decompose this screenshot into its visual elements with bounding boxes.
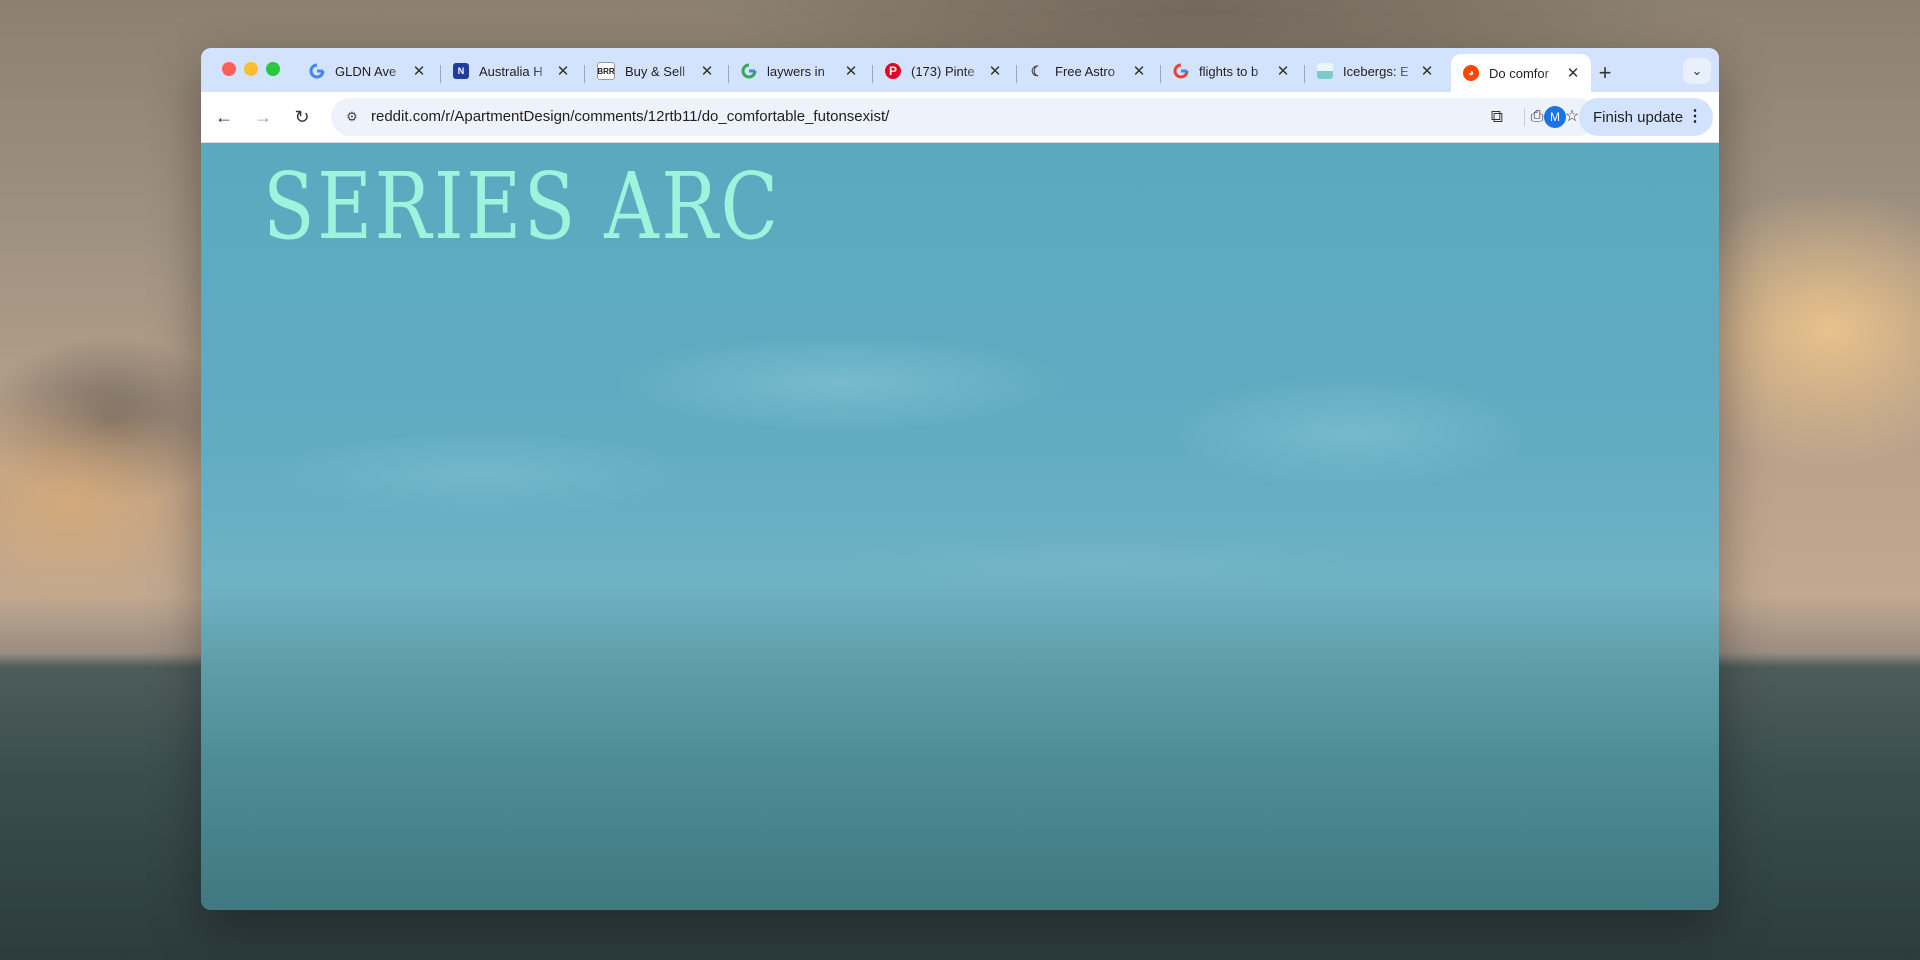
close-tab-icon[interactable]: ✕ (1419, 62, 1435, 80)
tab-pinterest[interactable]: P (173) Pinte ✕ (873, 56, 1013, 86)
more-menu-icon[interactable]: ⋮ (1687, 106, 1703, 126)
finish-update-label: Finish update (1593, 108, 1684, 126)
tab-reddit-active[interactable]: ◕ Do comfor ✕ (1451, 54, 1591, 92)
reddit-logo-icon: ◕ (1463, 65, 1479, 81)
url-text[interactable]: reddit.com/r/ApartmentDesign/comments/12… (371, 108, 889, 125)
brr-logo-icon: BRR (597, 62, 615, 80)
close-tab-icon[interactable]: ✕ (843, 62, 859, 80)
tab-strip: GLDN Ave ✕ N Australia H ✕ BRR Buy & Sel… (201, 48, 1719, 92)
close-tab-icon[interactable]: ✕ (1275, 62, 1291, 80)
iceberg-thumb-icon (1317, 63, 1333, 79)
close-tab-icon[interactable]: ✕ (411, 62, 427, 80)
close-tab-icon[interactable]: ✕ (987, 62, 1003, 80)
site-settings-icon[interactable]: ⚙ (341, 106, 363, 128)
tab-icebergs[interactable]: Icebergs: E ✕ (1305, 56, 1445, 86)
close-tab-icon[interactable]: ✕ (555, 62, 571, 80)
news-logo-icon: N (453, 63, 469, 79)
tab-laywers[interactable]: laywers in ✕ (729, 56, 869, 86)
maximize-window-button[interactable] (266, 62, 280, 76)
moon-icon: ☾ (1030, 62, 1044, 79)
close-tab-icon[interactable]: ✕ (1565, 64, 1581, 82)
tab-search-chevron-icon[interactable]: ⌄ (1683, 58, 1711, 84)
minimize-window-button[interactable] (244, 62, 258, 76)
new-tab-button[interactable]: + (1591, 60, 1619, 88)
google-g-icon (741, 63, 757, 79)
extensions-puzzle-icon[interactable]: ⧉ (1484, 104, 1510, 130)
profile-avatar[interactable]: M (1544, 106, 1566, 128)
tab-australia[interactable]: N Australia H ✕ (441, 56, 581, 86)
google-g-icon (1173, 63, 1189, 79)
browser-window: GLDN Ave ✕ N Australia H ✕ BRR Buy & Sel… (201, 48, 1719, 910)
forward-arrow-icon[interactable]: → (250, 104, 276, 130)
reload-icon[interactable]: ↻ (289, 104, 315, 130)
pinterest-logo-icon: P (885, 63, 901, 79)
page-title: SERIES ARC (263, 153, 781, 260)
finish-update-button[interactable]: Finish update ⋮ (1579, 98, 1713, 136)
tab-flights[interactable]: flights to b ✕ (1161, 56, 1301, 86)
close-tab-icon[interactable]: ✕ (699, 62, 715, 80)
google-g-icon (309, 63, 325, 79)
tab-buy-sell[interactable]: BRR Buy & Sell ✕ (585, 56, 725, 86)
close-tab-icon[interactable]: ✕ (1131, 62, 1147, 80)
page-content: SERIES ARC (201, 143, 1719, 910)
toolbar-divider (1524, 108, 1525, 126)
close-window-button[interactable] (222, 62, 236, 76)
address-bar[interactable]: ⚙ reddit.com/r/ApartmentDesign/comments/… (331, 98, 1597, 136)
browser-toolbar: ← → ↻ ⚙ reddit.com/r/ApartmentDesign/com… (201, 92, 1719, 143)
tab-gldn[interactable]: GLDN Ave ✕ (297, 56, 437, 86)
tab-free-astro[interactable]: ☾ Free Astro ✕ (1017, 56, 1157, 86)
back-arrow-icon[interactable]: ← (211, 104, 237, 130)
